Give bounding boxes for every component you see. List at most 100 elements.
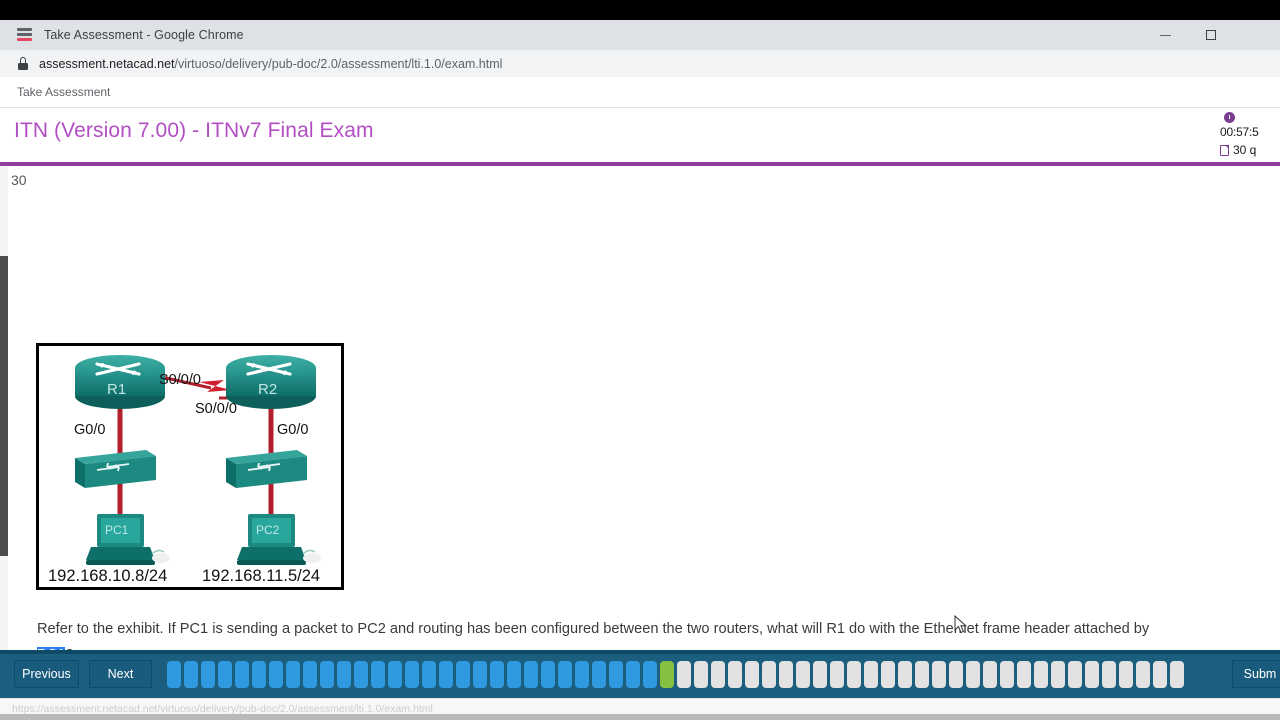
timer-row: [1220, 112, 1280, 123]
question-indicator-3[interactable]: [201, 660, 215, 688]
next-button[interactable]: Next: [89, 660, 152, 688]
question-indicator-58[interactable]: [1136, 660, 1150, 688]
question-indicator-19[interactable]: [473, 660, 487, 688]
exam-page: ITN (Version 7.00) - ITNv7 Final Exam 00…: [0, 108, 1280, 720]
question-number: 30: [11, 172, 27, 188]
question-indicator-9[interactable]: [303, 660, 317, 688]
url-text: assessment.netacad.net/virtuoso/delivery…: [39, 57, 502, 71]
question-indicator-40[interactable]: [830, 660, 844, 688]
question-indicator-6[interactable]: [252, 660, 266, 688]
svg-text:PC2: PC2: [256, 523, 280, 537]
question-indicator-16[interactable]: [422, 660, 436, 688]
exhibit-image: R1 R2 PC1 PC2 S0/0/0 S0/0/0 G0/0 G0/0 19…: [36, 343, 344, 590]
question-indicator-5[interactable]: [235, 660, 249, 688]
question-progress-strip[interactable]: [167, 660, 1280, 688]
pc-2: [237, 514, 321, 565]
question-indicator-25[interactable]: [575, 660, 589, 688]
question-indicator-54[interactable]: [1068, 660, 1082, 688]
question-indicator-27[interactable]: [609, 660, 623, 688]
exam-navigation-bar: Previous Next Subm: [0, 650, 1280, 698]
question-indicator-51[interactable]: [1017, 660, 1031, 688]
question-indicator-52[interactable]: [1034, 660, 1048, 688]
question-indicator-24[interactable]: [558, 660, 572, 688]
question-indicator-8[interactable]: [286, 660, 300, 688]
window-title: Take Assessment - Google Chrome: [44, 28, 244, 42]
previous-button[interactable]: Previous: [14, 660, 79, 688]
question-indicator-50[interactable]: [1000, 660, 1014, 688]
question-indicator-53[interactable]: [1051, 660, 1065, 688]
svg-text:R1: R1: [107, 381, 126, 398]
question-indicator-38[interactable]: [796, 660, 810, 688]
svg-text:192.168.10.8/24: 192.168.10.8/24: [48, 567, 167, 585]
question-indicator-55[interactable]: [1085, 660, 1099, 688]
scrollbar-thumb[interactable]: [0, 256, 8, 556]
window-controls: [1142, 20, 1280, 50]
question-indicator-7[interactable]: [269, 660, 283, 688]
url-host: assessment.netacad.net: [39, 56, 175, 71]
network-topology-diagram: R1 R2 PC1 PC2 S0/0/0 S0/0/0 G0/0 G0/0 19…: [48, 355, 321, 585]
question-indicator-26[interactable]: [592, 660, 606, 688]
switch-1: [75, 450, 156, 488]
question-indicator-35[interactable]: [745, 660, 759, 688]
pc-1: [86, 514, 170, 565]
exam-header: ITN (Version 7.00) - ITNv7 Final Exam 00…: [0, 108, 1280, 166]
question-indicator-20[interactable]: [490, 660, 504, 688]
question-indicator-34[interactable]: [728, 660, 742, 688]
clock-icon: [1224, 112, 1235, 123]
question-indicator-31[interactable]: [677, 660, 691, 688]
question-indicator-42[interactable]: [864, 660, 878, 688]
question-indicator-30[interactable]: [660, 660, 674, 688]
question-indicator-41[interactable]: [847, 660, 861, 688]
question-indicator-56[interactable]: [1102, 660, 1116, 688]
switch-2: [226, 450, 307, 488]
svg-text:S0/0/0: S0/0/0: [195, 401, 237, 417]
question-indicator-49[interactable]: [983, 660, 997, 688]
bookmark-take-assessment[interactable]: Take Assessment: [17, 85, 110, 99]
question-indicator-36[interactable]: [762, 660, 776, 688]
question-body: 30 R1 R2 PC1 PC2 S0/0/0 S0/0/0 G0/0 G0/0…: [0, 166, 1280, 703]
question-indicator-60[interactable]: [1170, 660, 1184, 688]
question-indicator-4[interactable]: [218, 660, 232, 688]
question-indicator-12[interactable]: [354, 660, 368, 688]
submit-button[interactable]: Subm: [1232, 660, 1280, 688]
question-indicator-37[interactable]: [779, 660, 793, 688]
question-indicator-43[interactable]: [881, 660, 895, 688]
question-indicator-18[interactable]: [456, 660, 470, 688]
question-indicator-32[interactable]: [694, 660, 708, 688]
question-indicator-23[interactable]: [541, 660, 555, 688]
question-indicator-15[interactable]: [405, 660, 419, 688]
question-indicator-17[interactable]: [439, 660, 453, 688]
screen: Take Assessment - Google Chrome assessme…: [0, 0, 1280, 720]
svg-text:R2: R2: [258, 381, 277, 398]
question-indicator-47[interactable]: [949, 660, 963, 688]
svg-text:G0/0: G0/0: [277, 422, 308, 438]
question-indicator-57[interactable]: [1119, 660, 1133, 688]
question-indicator-2[interactable]: [184, 660, 198, 688]
svg-text:S0/0/0: S0/0/0: [159, 372, 201, 388]
question-indicator-29[interactable]: [643, 660, 657, 688]
question-indicator-45[interactable]: [915, 660, 929, 688]
question-count: 30 q: [1233, 143, 1257, 157]
question-indicator-33[interactable]: [711, 660, 725, 688]
question-indicator-21[interactable]: [507, 660, 521, 688]
question-indicator-11[interactable]: [337, 660, 351, 688]
minimize-button[interactable]: [1142, 20, 1188, 50]
question-indicator-13[interactable]: [371, 660, 385, 688]
close-button[interactable]: [1234, 20, 1280, 50]
question-indicator-44[interactable]: [898, 660, 912, 688]
maximize-button[interactable]: [1188, 20, 1234, 50]
question-indicator-10[interactable]: [320, 660, 334, 688]
question-indicator-22[interactable]: [524, 660, 538, 688]
page-scrollbar[interactable]: [0, 166, 8, 652]
question-indicator-28[interactable]: [626, 660, 640, 688]
question-indicator-39[interactable]: [813, 660, 827, 688]
question-indicator-46[interactable]: [932, 660, 946, 688]
lock-icon: [18, 57, 28, 70]
question-indicator-14[interactable]: [388, 660, 402, 688]
address-bar[interactable]: assessment.netacad.net/virtuoso/delivery…: [0, 50, 1280, 77]
question-indicator-59[interactable]: [1153, 660, 1167, 688]
window-titlebar: Take Assessment - Google Chrome: [0, 20, 1280, 50]
question-indicator-1[interactable]: [167, 660, 181, 688]
svg-text:192.168.11.5/24: 192.168.11.5/24: [202, 567, 320, 585]
question-indicator-48[interactable]: [966, 660, 980, 688]
